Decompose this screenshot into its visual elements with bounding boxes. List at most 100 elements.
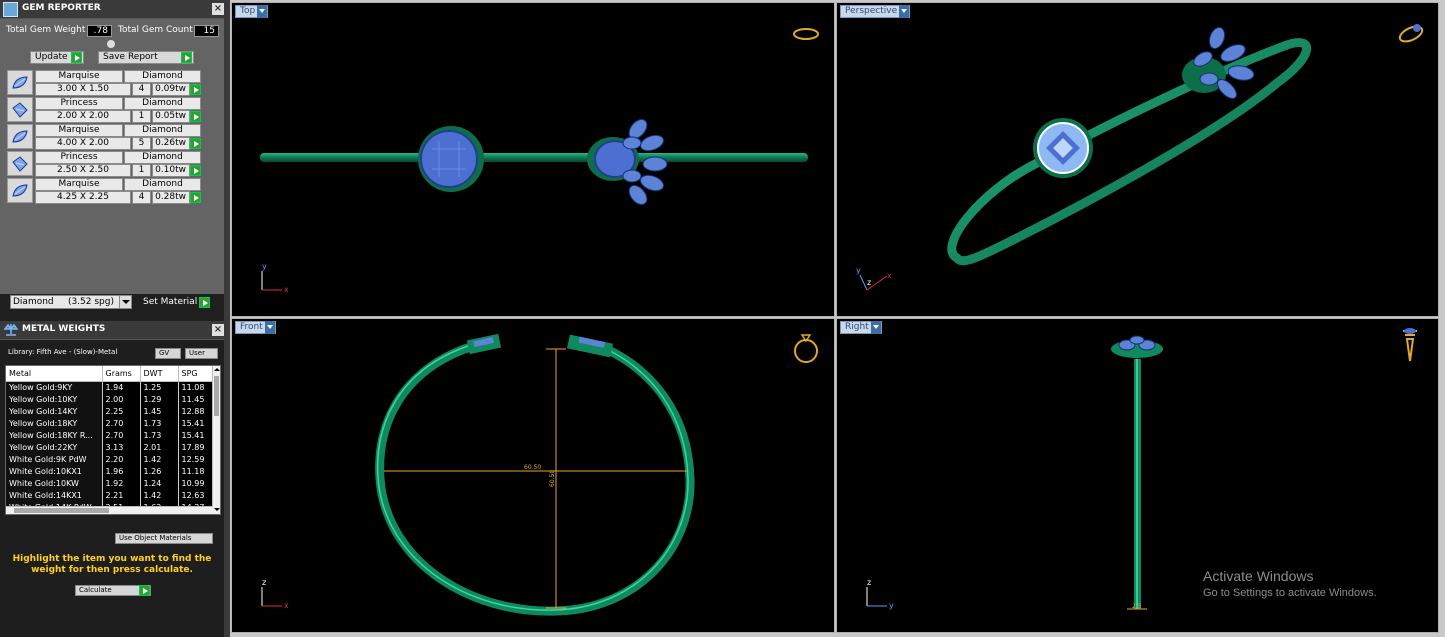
metal-name: White Gold:10KX1 bbox=[6, 465, 103, 477]
splitter-handle[interactable] bbox=[107, 40, 115, 48]
chevron-down-icon[interactable] bbox=[257, 5, 268, 18]
col-metal[interactable]: Metal bbox=[6, 366, 103, 382]
update-go-icon[interactable] bbox=[71, 52, 82, 63]
viewport-top[interactable]: y x Top bbox=[231, 2, 835, 317]
scroll-thumb[interactable] bbox=[14, 508, 109, 513]
gem-reporter-titlebar: GEM REPORTER × bbox=[0, 0, 228, 19]
view-cube-icon[interactable] bbox=[1403, 328, 1417, 362]
table-row[interactable]: Yellow Gold:10KY 2.00 1.29 11.45 bbox=[6, 393, 215, 405]
close-icon[interactable]: × bbox=[212, 3, 224, 15]
col-spg[interactable]: SPG bbox=[178, 366, 215, 382]
right-view-canvas: 2.5 z y bbox=[866, 328, 1417, 610]
col-dwt[interactable]: DWT bbox=[140, 366, 179, 382]
table-row[interactable]: Yellow Gold:9KY 1.94 1.25 11.08 bbox=[6, 381, 215, 393]
close-icon[interactable]: × bbox=[212, 324, 224, 336]
viewport-top-tab[interactable]: Top bbox=[235, 5, 269, 18]
dwt: 1.29 bbox=[140, 393, 179, 405]
gem-shape: Marquise bbox=[35, 178, 123, 191]
gem-row[interactable]: Princess Diamond 2.00 X 2.00 1 0.05tw bbox=[7, 97, 201, 123]
gem-reporter-panel: GEM REPORTER × Total Gem Weight .78 Tota… bbox=[0, 0, 228, 294]
viewport-right[interactable]: 2.5 z y Right bbox=[836, 318, 1439, 633]
viewport-right-tab[interactable]: Right bbox=[840, 321, 882, 334]
save-report-button[interactable]: Save Report bbox=[98, 51, 194, 64]
scroll-thumb[interactable] bbox=[214, 376, 219, 416]
axis-z-label: z bbox=[262, 578, 266, 587]
scroll-down-icon[interactable] bbox=[213, 506, 220, 514]
view-cube-icon[interactable] bbox=[1398, 23, 1425, 44]
gem-row-go-icon[interactable] bbox=[190, 84, 201, 95]
gem-size: 4.00 X 2.00 bbox=[35, 137, 131, 150]
gem-row-go-icon[interactable] bbox=[190, 165, 201, 176]
user-button[interactable]: User bbox=[185, 348, 218, 359]
center-setting bbox=[1033, 118, 1093, 178]
gem-row[interactable]: Marquise Diamond 4.00 X 2.00 5 0.26tw bbox=[7, 124, 201, 150]
save-report-go-icon[interactable] bbox=[181, 52, 192, 63]
table-row[interactable]: White Gold:9K PdW 2.20 1.42 12.59 bbox=[6, 453, 215, 465]
metal-table: Metal Grams DWT SPG Yellow Gold:9KY 1.94 1… bbox=[5, 365, 221, 515]
grams: 1.96 bbox=[102, 465, 141, 477]
gem-row[interactable]: Marquise Diamond 4.25 X 2.25 4 0.28tw bbox=[7, 178, 201, 204]
metal-name: Yellow Gold:14KY bbox=[6, 405, 103, 417]
table-row[interactable]: White Gold:10KW 1.92 1.24 10.99 bbox=[6, 477, 215, 489]
chevron-down-icon[interactable] bbox=[264, 321, 275, 334]
vertical-scrollbar[interactable] bbox=[212, 366, 220, 514]
viewport-perspective-label: Perspective bbox=[845, 6, 898, 16]
princess-gem-icon bbox=[7, 97, 33, 122]
horizontal-scrollbar[interactable] bbox=[6, 506, 213, 514]
ring-band-highlight bbox=[1136, 359, 1138, 609]
gem-row-go-icon[interactable] bbox=[190, 111, 201, 122]
viewport-perspective[interactable]: y z x Perspective bbox=[836, 2, 1439, 317]
calculate-go-icon[interactable] bbox=[139, 585, 150, 596]
gem-row[interactable]: Marquise Diamond 3.00 X 1.50 4 0.09tw bbox=[7, 70, 201, 96]
perspective-view-canvas: y z x bbox=[856, 23, 1425, 291]
viewport-front-tab[interactable]: Front bbox=[235, 321, 276, 334]
left-panel: GEM REPORTER × Total Gem Weight .78 Tota… bbox=[0, 0, 228, 637]
chevron-down-icon[interactable] bbox=[870, 321, 881, 334]
table-row[interactable]: Yellow Gold:18KY R... 2.70 1.73 15.41 bbox=[6, 429, 215, 441]
gem-count: 4 bbox=[132, 83, 151, 96]
material-select[interactable]: Diamond (3.52 spg) bbox=[10, 295, 132, 309]
viewport-front[interactable]: 60.50 60.50 z x Front bbox=[231, 318, 835, 633]
table-row[interactable]: Yellow Gold:22KY 3.13 2.01 17.89 bbox=[6, 441, 215, 453]
gem-row-go-icon[interactable] bbox=[190, 138, 201, 149]
ring-band bbox=[375, 342, 695, 616]
spg: 12.63 bbox=[178, 489, 215, 501]
gv-button[interactable]: GV bbox=[155, 348, 181, 359]
grams: 3.13 bbox=[102, 441, 141, 453]
dwt: 1.73 bbox=[140, 429, 179, 441]
view-cube-icon[interactable] bbox=[794, 334, 818, 363]
gem-row-go-icon[interactable] bbox=[190, 192, 201, 203]
gem-shape: Princess bbox=[35, 151, 123, 164]
dwt: 1.26 bbox=[140, 465, 179, 477]
table-row[interactable]: Yellow Gold:14KY 2.25 1.45 12.88 bbox=[6, 405, 215, 417]
table-row[interactable]: Yellow Gold:18KY 2.70 1.73 15.41 bbox=[6, 417, 215, 429]
dwt: 1.42 bbox=[140, 453, 179, 465]
spg: 15.41 bbox=[178, 417, 215, 429]
spg: 12.88 bbox=[178, 405, 215, 417]
spg: 17.89 bbox=[178, 441, 215, 453]
flower-setting bbox=[567, 334, 613, 358]
gem-reporter-title: GEM REPORTER bbox=[22, 3, 101, 13]
chevron-down-icon[interactable] bbox=[119, 296, 131, 308]
scroll-up-icon[interactable] bbox=[213, 366, 220, 374]
axis-z-label: z bbox=[867, 578, 871, 587]
set-material-go-icon[interactable] bbox=[199, 297, 210, 308]
axis-y-label: y bbox=[856, 266, 861, 275]
marquise-gem-icon bbox=[7, 124, 33, 149]
spg: 12.59 bbox=[178, 453, 215, 465]
total-gem-count-label: Total Gem Count bbox=[118, 25, 193, 35]
use-object-materials-button[interactable]: Use Object Materials bbox=[115, 533, 213, 544]
panel-splitter[interactable] bbox=[224, 0, 230, 637]
table-row[interactable]: White Gold:10KX1 1.96 1.26 11.18 bbox=[6, 465, 215, 477]
gem-size: 2.50 X 2.50 bbox=[35, 164, 131, 177]
spg: 10.99 bbox=[178, 477, 215, 489]
view-cube-icon[interactable] bbox=[793, 28, 819, 40]
col-grams[interactable]: Grams bbox=[102, 366, 141, 382]
table-row[interactable]: White Gold:14KX1 2.21 1.42 12.63 bbox=[6, 489, 215, 501]
spg: 11.08 bbox=[178, 381, 215, 393]
gem-row[interactable]: Princess Diamond 2.50 X 2.50 1 0.10tw bbox=[7, 151, 201, 177]
marquise-gem-icon bbox=[7, 70, 33, 95]
chevron-down-icon[interactable] bbox=[899, 5, 910, 18]
viewport-perspective-tab[interactable]: Perspective bbox=[840, 5, 911, 18]
metal-name: Yellow Gold:18KY R... bbox=[6, 429, 103, 441]
